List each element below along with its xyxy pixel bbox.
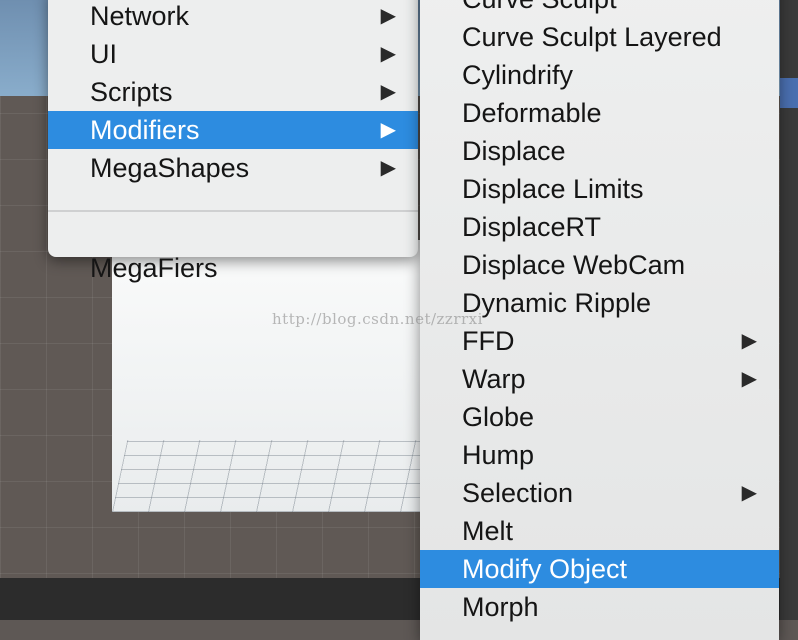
menu-item-scripts[interactable]: Scripts ▶ — [48, 73, 418, 111]
menu-item-label: Cylindrify — [462, 60, 574, 90]
menu-item-label: Modify Object — [462, 554, 628, 584]
submenu-item-morph[interactable]: Morph — [420, 588, 779, 626]
scene-plane-grid — [112, 440, 448, 512]
submenu-arrow-icon: ▶ — [380, 5, 396, 27]
menu-item-label: Deformable — [462, 98, 602, 128]
submenu-arrow-icon: ▶ — [741, 330, 757, 352]
submenu-item-hump[interactable]: Hump — [420, 436, 779, 474]
submenu-item-displacert[interactable]: DisplaceRT — [420, 208, 779, 246]
submenu-arrow-icon: ▶ — [380, 43, 396, 65]
component-menu: Network ▶ UI ▶ Scripts ▶ Modifiers ▶ MegaShapes ▶… — [48, 0, 418, 283]
menu-item-label: MegaShapes — [90, 153, 250, 183]
submenu-arrow-icon: ▶ — [741, 482, 757, 504]
menu-item-label: DisplaceRT — [462, 212, 602, 242]
submenu-item-globe[interactable]: Globe — [420, 398, 779, 436]
menu-item-network[interactable]: Network ▶ — [48, 0, 418, 35]
submenu-arrow-icon: ▶ — [741, 368, 757, 390]
menu-item-label: UI — [90, 39, 117, 69]
menu-item-megafiers[interactable]: MegaFiers — [48, 249, 418, 287]
submenu-item-melt[interactable]: Melt — [420, 512, 779, 550]
menu-item-label: Displace Limits — [462, 174, 644, 204]
submenu-item-selection[interactable]: Selection ▶ — [420, 474, 779, 512]
submenu-arrow-icon: ▶ — [380, 119, 396, 141]
watermark-text: http://blog.csdn.net/zzrrxi — [272, 310, 483, 328]
menu-item-label: Globe — [462, 402, 535, 432]
submenu-item-deformable[interactable]: Deformable — [420, 94, 779, 132]
submenu-item-curve-sculpt[interactable]: Curve Sculpt — [420, 0, 779, 18]
menu-item-label: Dynamic Ripple — [462, 288, 652, 318]
menu-item-label: Morph — [462, 592, 539, 622]
menu-item-label: Network — [90, 1, 190, 31]
submenu-item-displace[interactable]: Displace — [420, 132, 779, 170]
menu-item-label: Displace WebCam — [462, 250, 686, 280]
menu-item-label: Curve Sculpt — [462, 0, 617, 14]
submenu-arrow-icon: ▶ — [380, 81, 396, 103]
menu-item-label: FFD — [462, 326, 515, 356]
submenu-item-warp[interactable]: Warp ▶ — [420, 360, 779, 398]
menu-item-label: Hump — [462, 440, 535, 470]
submenu-item-displace-limits[interactable]: Displace Limits — [420, 170, 779, 208]
menu-item-label: MegaFiers — [90, 253, 218, 283]
menu-item-label: Scripts — [90, 77, 173, 107]
menu-item-label: Selection — [462, 478, 574, 508]
menu-item-modifiers[interactable]: Modifiers ▶ — [48, 111, 418, 149]
menu-item-label: Displace — [462, 136, 566, 166]
submenu-arrow-icon: ▶ — [380, 157, 396, 179]
menu-item-label: Modifiers — [90, 115, 200, 145]
menu-item-label: Curve Sculpt Layered — [462, 22, 722, 52]
menu-separator — [48, 210, 418, 212]
menu-item-label: Warp — [462, 364, 526, 394]
menu-item-megashapes[interactable]: MegaShapes ▶ — [48, 149, 418, 187]
menu-item-ui[interactable]: UI ▶ — [48, 35, 418, 73]
submenu-item-cylindrify[interactable]: Cylindrify — [420, 56, 779, 94]
menu-item-label: Melt — [462, 516, 514, 546]
editor-right-accent — [780, 78, 798, 108]
submenu-item-curve-sculpt-layered[interactable]: Curve Sculpt Layered — [420, 18, 779, 56]
submenu-item-modify-object[interactable]: Modify Object — [420, 550, 779, 588]
submenu-item-displace-webcam[interactable]: Displace WebCam — [420, 246, 779, 284]
